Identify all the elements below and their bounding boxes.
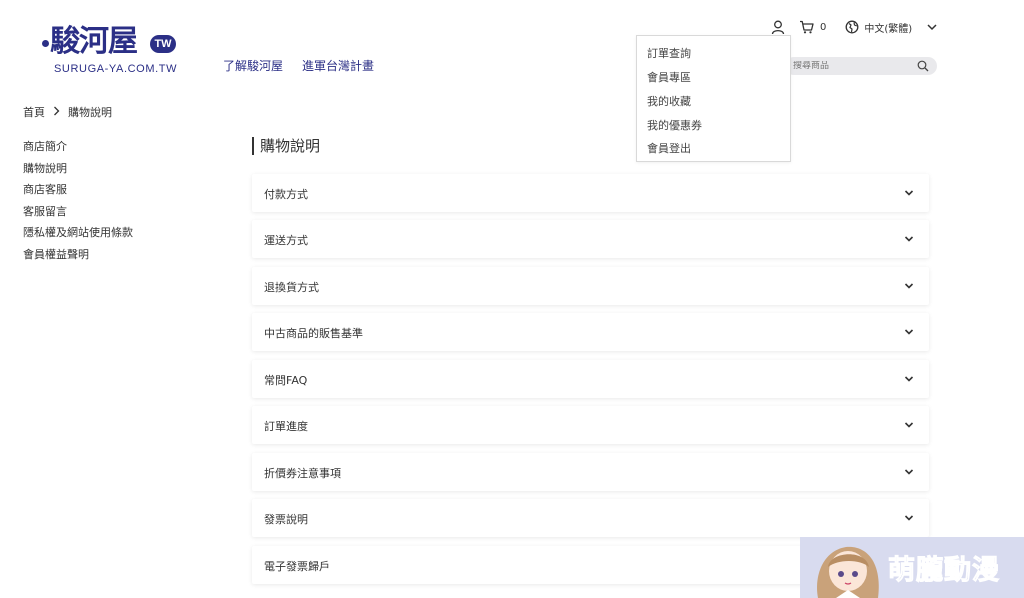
accordion-coupon-notes[interactable]: 折價券注意事項	[252, 453, 929, 491]
chevron-down-icon	[904, 376, 914, 382]
accordion-returns[interactable]: 退換貨方式	[252, 267, 929, 305]
accordion-label: 中古商品的販售基準	[264, 327, 363, 340]
cart-count: 0	[820, 21, 827, 33]
anime-girl-icon	[817, 546, 879, 598]
logo-subtitle: SURUGA-YA.COM.TW	[54, 63, 178, 75]
menu-coupons[interactable]: 我的優惠券	[647, 117, 702, 133]
user-icon[interactable]	[770, 19, 786, 35]
account-dropdown: 訂單查詢 會員專區 我的收藏 我的優惠券 會員登出	[636, 35, 791, 162]
sidebar-item-shopping-guide[interactable]: 購物說明	[23, 162, 133, 184]
accordion-invoice[interactable]: 發票說明	[252, 499, 929, 537]
sidebar-item-messages[interactable]: 客服留言	[23, 205, 133, 227]
chevron-down-icon	[904, 515, 914, 521]
chevron-right-icon	[53, 106, 60, 119]
sidebar-item-privacy-terms[interactable]: 隱私權及網站使用條款	[23, 226, 133, 248]
logo-tw-badge: TW	[150, 35, 176, 53]
accordion-payment[interactable]: 付款方式	[252, 174, 929, 212]
sidebar-item-store-intro[interactable]: 商店簡介	[23, 140, 133, 162]
menu-logout[interactable]: 會員登出	[647, 140, 691, 156]
breadcrumb-home[interactable]: 首頁	[23, 104, 45, 120]
accordion-label: 折價券注意事項	[264, 467, 341, 480]
site-logo[interactable]: 駿河屋 TW SURUGA-YA.COM.TW	[42, 22, 182, 80]
search-input[interactable]	[793, 61, 903, 71]
accordion-label: 發票說明	[264, 513, 308, 526]
cart-icon[interactable]	[798, 19, 814, 35]
chevron-down-icon	[924, 19, 940, 35]
search-icon[interactable]	[917, 57, 929, 76]
accordion-label: 付款方式	[264, 188, 308, 201]
accordion-faq[interactable]: 常問FAQ	[252, 360, 929, 398]
chevron-down-icon	[904, 283, 914, 289]
nav-about[interactable]: 了解駿河屋	[223, 57, 283, 74]
chevron-down-icon	[904, 190, 914, 196]
accordion-label: 運送方式	[264, 234, 308, 247]
accordion-label: 電子發票歸戶	[264, 560, 330, 573]
logo-wordmark: 駿河屋	[50, 24, 138, 59]
accordion-label: 訂單進度	[264, 420, 308, 433]
globe-icon	[844, 19, 860, 35]
sidebar: 商店簡介 購物說明 商店客服 客服留言 隱私權及網站使用條款 會員權益聲明	[23, 140, 133, 270]
chevron-down-icon	[904, 329, 914, 335]
nav-taiwan-plan[interactable]: 進軍台灣計畫	[302, 57, 374, 74]
chevron-down-icon	[904, 236, 914, 242]
top-nav: 了解駿河屋 進軍台灣計畫	[223, 57, 374, 74]
chevron-down-icon	[904, 469, 914, 475]
sidebar-item-customer-service[interactable]: 商店客服	[23, 183, 133, 205]
watermark-text: 萌朧動漫	[888, 555, 1000, 587]
language-selector[interactable]: 中文(繁體)	[844, 19, 940, 35]
menu-member-area[interactable]: 會員專區	[647, 69, 691, 85]
menu-favorites[interactable]: 我的收藏	[647, 93, 691, 109]
breadcrumb: 首頁 購物說明	[23, 104, 112, 120]
accordion-label: 退換貨方式	[264, 281, 319, 294]
page-title: 購物說明	[252, 137, 320, 155]
utility-bar: 0 中文(繁體)	[770, 18, 940, 36]
accordion-shipping[interactable]: 運送方式	[252, 220, 929, 258]
sidebar-item-member-rights[interactable]: 會員權益聲明	[23, 248, 133, 270]
accordion-order-progress[interactable]: 訂單進度	[252, 406, 929, 444]
watermark: 萌朧動漫	[800, 537, 1024, 598]
language-label: 中文(繁體)	[864, 23, 913, 35]
search-bar	[785, 57, 937, 75]
breadcrumb-current: 購物說明	[68, 106, 112, 119]
menu-order-inquiry[interactable]: 訂單查詢	[647, 45, 691, 61]
accordion-used-standards[interactable]: 中古商品的販售基準	[252, 313, 929, 351]
accordion-label: 常問FAQ	[264, 374, 308, 387]
chevron-down-icon	[904, 422, 914, 428]
